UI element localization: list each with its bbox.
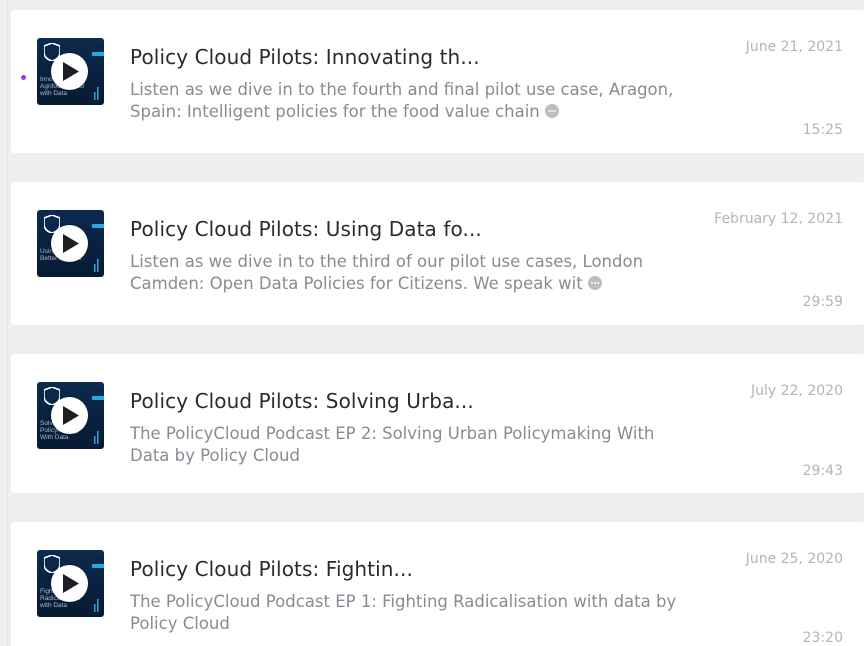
episode-duration: 29:59 [802,294,843,310]
play-icon [63,574,79,593]
episode-card[interactable]: Using Data for Better Policies Policy Cl… [11,182,864,325]
episode-list: Innovating the Agrifood Sector with Data… [0,0,864,646]
play-button[interactable] [51,565,88,602]
thumbnail-stripe [92,224,104,228]
unplayed-indicator [21,75,26,80]
episode-description: Listen as we dive in to the fourth and f… [130,79,690,123]
episode-thumbnail[interactable]: Solving Urban Policymaking With Data [37,382,104,449]
episode-date: February 12, 2021 [714,211,843,227]
episode-description: The PolicyCloud Podcast EP 1: Fighting R… [130,592,677,633]
thumbnail-bars-icon [94,259,99,272]
episode-description-text: Listen as we dive in to the third of our… [130,252,644,293]
thumbnail-bars-icon [94,87,99,100]
thumbnail-stripe [92,396,104,400]
play-icon [63,234,79,253]
episode-title[interactable]: Policy Cloud Pilots: Using Data fo... [130,217,482,241]
play-button[interactable] [51,53,88,90]
more-icon[interactable] [587,276,602,290]
episode-card[interactable]: Innovating the Agrifood Sector with Data… [11,10,864,153]
episode-card[interactable]: Fighting Radicalisation with Data Policy… [11,522,864,646]
episode-date: July 22, 2020 [751,383,843,399]
episode-duration: 15:25 [802,122,843,138]
more-icon[interactable] [544,104,559,118]
episode-thumbnail[interactable]: Fighting Radicalisation with Data [37,550,104,617]
episode-duration: 23:20 [802,630,843,646]
thumbnail-bars-icon [94,599,99,612]
episode-duration: 29:43 [802,463,843,479]
episode-description: Listen as we dive in to the third of our… [130,251,690,295]
episode-title[interactable]: Policy Cloud Pilots: Fightin... [130,557,413,581]
thumbnail-bars-icon [94,431,99,444]
thumbnail-stripe [92,52,104,56]
episode-description-text: Listen as we dive in to the fourth and f… [130,80,674,121]
episode-date: June 21, 2021 [745,39,843,55]
episode-title[interactable]: Policy Cloud Pilots: Innovating th... [130,45,480,69]
episode-date: June 25, 2020 [745,551,843,567]
play-icon [63,406,79,425]
play-icon [63,62,79,81]
episode-thumbnail[interactable]: Innovating the Agrifood Sector with Data [37,38,104,105]
episode-card[interactable]: Solving Urban Policymaking With Data Pol… [11,354,864,493]
play-button[interactable] [51,397,88,434]
play-button[interactable] [51,225,88,262]
episode-thumbnail[interactable]: Using Data for Better Policies [37,210,104,277]
episode-title[interactable]: Policy Cloud Pilots: Solving Urba... [130,389,474,413]
thumbnail-stripe [92,564,104,568]
episode-description: The PolicyCloud Podcast EP 2: Solving Ur… [130,424,655,465]
